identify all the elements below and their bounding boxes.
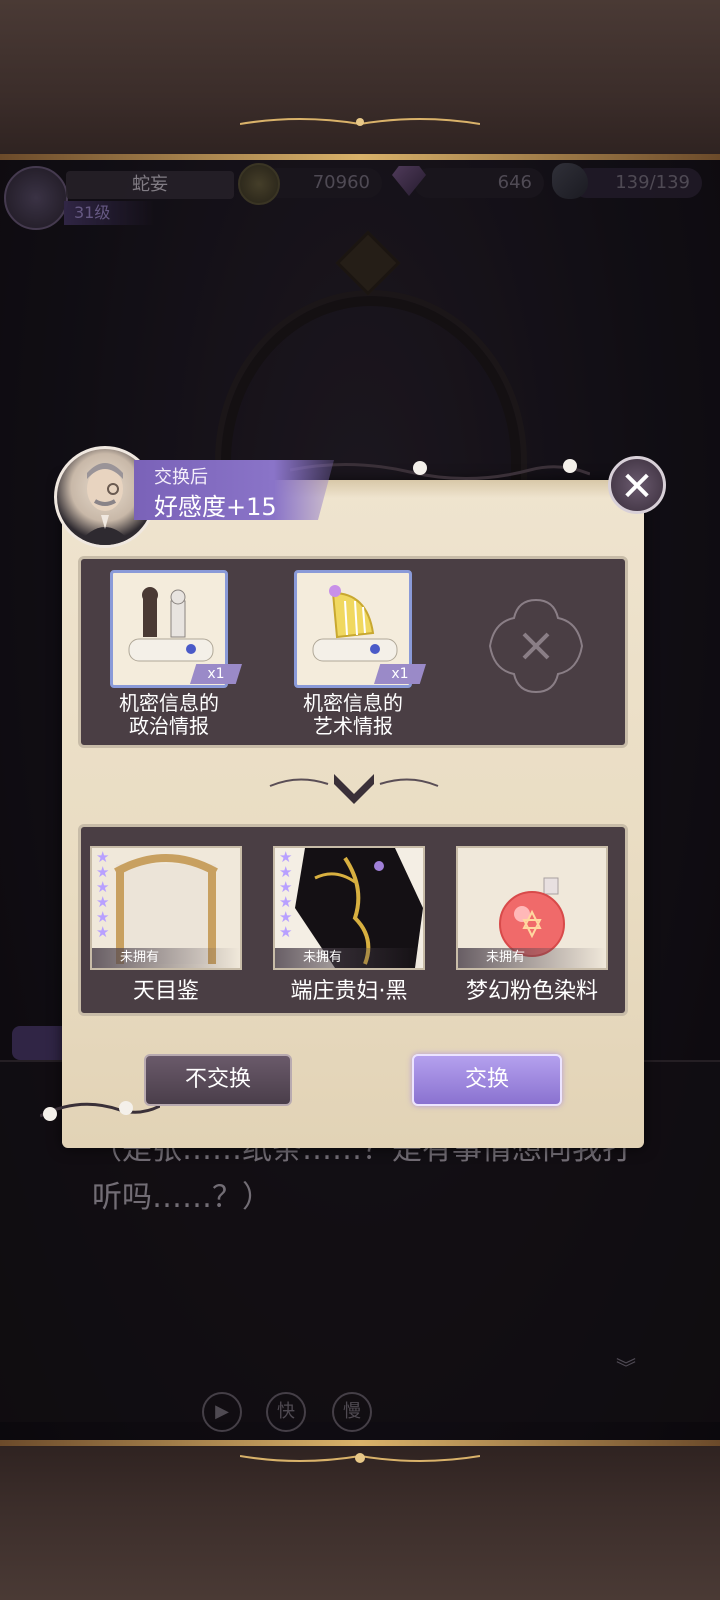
input-name-2: 机密信息的 艺术情报: [273, 692, 433, 738]
affinity-value: 好感度+15: [154, 493, 277, 521]
confirm-exchange-button[interactable]: 交换: [412, 1054, 562, 1106]
input-name-1-line2: 政治情报: [129, 714, 209, 738]
star-icon: ★: [96, 923, 110, 941]
input-name-2-line2: 艺术情报: [313, 714, 393, 738]
affinity-label: 交换后: [154, 467, 208, 488]
input-qty-1: x1: [190, 664, 242, 684]
reward-2-name: 端庄贵妇·黑: [290, 979, 408, 1004]
reward-3-name: 梦幻粉色染料: [465, 979, 598, 1004]
rose-vine-bottom-icon: [40, 1101, 160, 1121]
rose-vine-icon: [290, 459, 590, 480]
reward-1-name: 天目鉴: [132, 979, 199, 1004]
decline-button[interactable]: 不交换: [144, 1054, 292, 1106]
bottom-frame: [0, 1440, 720, 1600]
reward-3-tag: 未拥有: [458, 948, 606, 968]
reward-1-tag: 未拥有: [92, 948, 240, 968]
close-button[interactable]: ✕: [608, 456, 666, 514]
star-icon: ★: [279, 923, 293, 941]
close-icon: ✕: [620, 464, 654, 510]
reward-2-tag: 未拥有: [275, 948, 423, 968]
input-name-1: 机密信息的 政治情报: [89, 692, 249, 738]
top-frame: [0, 0, 720, 160]
bottom-flourish-icon: [240, 1453, 480, 1463]
reward-1-stars: ★ ★ ★ ★ ★ ★: [96, 850, 112, 940]
empty-slot-icon: [488, 598, 584, 694]
input-name-2-line1: 机密信息的: [303, 691, 403, 715]
input-name-1-line1: 机密信息的: [119, 691, 219, 715]
top-flourish-icon: [240, 118, 480, 126]
exchange-arrow-divider: [269, 774, 439, 804]
input-qty-2: x1: [374, 664, 426, 684]
reward-2-stars: ★ ★ ★ ★ ★ ★: [279, 850, 295, 940]
